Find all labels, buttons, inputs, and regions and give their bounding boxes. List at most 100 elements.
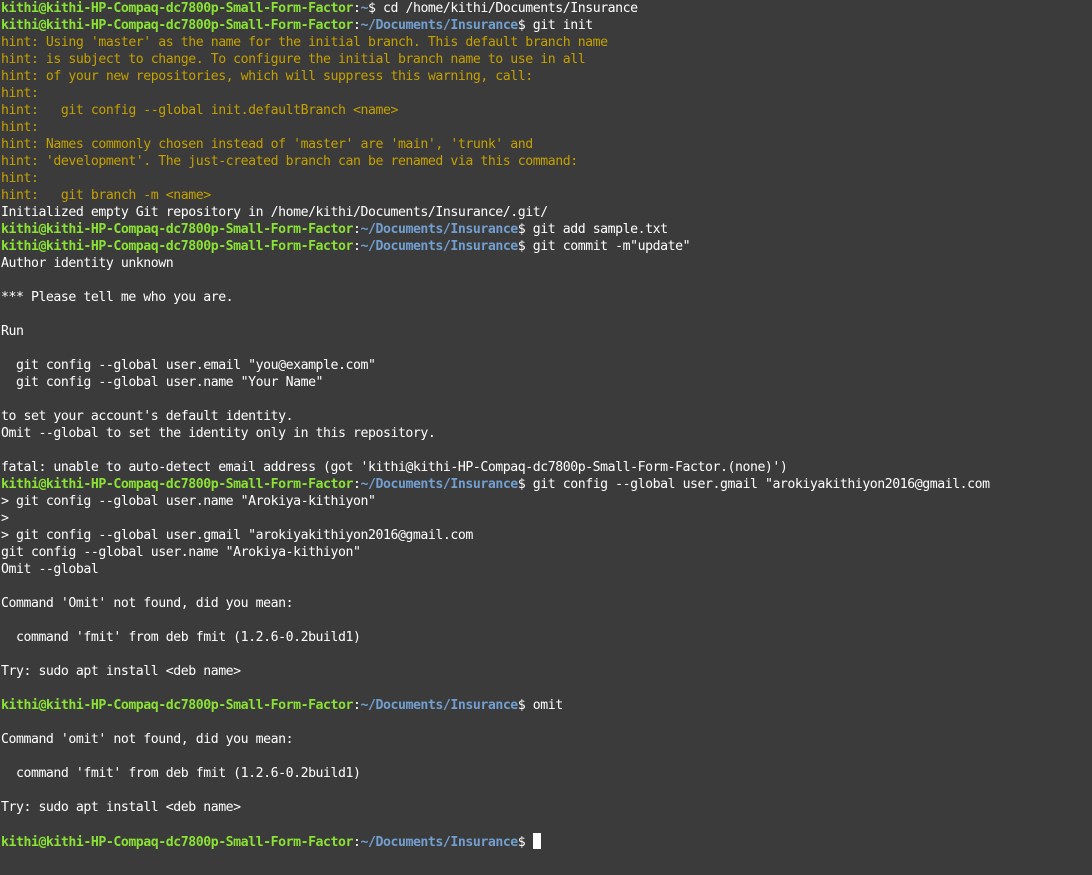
prompt-path: ~/Documents/Insurance <box>360 698 519 713</box>
output-text: Try: sudo apt install <deb name> <box>1 664 241 679</box>
output-text: Omit --global <box>1 562 99 577</box>
command-text: git add sample.txt <box>532 222 668 237</box>
output-line: Omit --global to set the identity only i… <box>1 425 1092 442</box>
hint-text: hint: 'development'. The just-created br… <box>1 154 578 169</box>
output-line: > <box>1 510 1092 527</box>
prompt-path: ~ <box>360 1 369 16</box>
output-line: command 'fmit' from deb fmit (1.2.6-0.2b… <box>1 765 1092 782</box>
prompt-path: ~/Documents/Insurance <box>360 835 519 850</box>
prompt-separator: : <box>353 1 361 16</box>
hint-text: hint: git branch -m <name> <box>1 188 211 203</box>
output-text: Command 'omit' not found, did you mean: <box>1 732 294 747</box>
output-line: Omit --global <box>1 561 1092 578</box>
prompt-dollar: $ <box>517 18 533 33</box>
prompt-separator: : <box>353 477 361 492</box>
prompt-user-host: kithi@kithi-HP-Compaq-dc7800p-Small-Form… <box>1 1 354 16</box>
output-line: Run <box>1 323 1092 340</box>
prompt-path: ~/Documents/Insurance <box>360 477 519 492</box>
command-text: git config --global user.gmail "arokiyak… <box>532 477 990 492</box>
hint-line: hint: 'development'. The just-created br… <box>1 153 1092 170</box>
output-text: Author identity unknown <box>1 256 174 271</box>
hint-text: hint: is subject to change. To configure… <box>1 52 586 67</box>
prompt-user-host: kithi@kithi-HP-Compaq-dc7800p-Small-Form… <box>1 698 354 713</box>
hint-line: hint: Using 'master' as the name for the… <box>1 34 1092 51</box>
output-text: *** Please tell me who you are. <box>1 290 234 305</box>
prompt-user-host: kithi@kithi-HP-Compaq-dc7800p-Small-Form… <box>1 239 354 254</box>
output-line: command 'fmit' from deb fmit (1.2.6-0.2b… <box>1 629 1092 646</box>
output-line: Author identity unknown <box>1 255 1092 272</box>
hint-text: hint: Names commonly chosen instead of '… <box>1 137 533 152</box>
prompt-dollar: $ <box>517 239 533 254</box>
output-text: Initialized empty Git repository in /hom… <box>1 205 548 220</box>
output-line: > git config --global user.name "Arokiya… <box>1 493 1092 510</box>
output-text: git config --global user.name "Arokiya-k… <box>1 545 361 560</box>
hint-line: hint: <box>1 119 1092 136</box>
command-text: cd /home/kithi/Documents/Insurance <box>383 1 638 16</box>
prompt-line: kithi@kithi-HP-Compaq-dc7800p-Small-Form… <box>1 0 1092 17</box>
prompt-user-host: kithi@kithi-HP-Compaq-dc7800p-Small-Form… <box>1 835 354 850</box>
prompt-line: kithi@kithi-HP-Compaq-dc7800p-Small-Form… <box>1 476 1092 493</box>
output-line: Initialized empty Git repository in /hom… <box>1 204 1092 221</box>
hint-line: hint: git branch -m <name> <box>1 187 1092 204</box>
prompt-dollar: $ <box>517 222 533 237</box>
prompt-line: kithi@kithi-HP-Compaq-dc7800p-Small-Form… <box>1 17 1092 34</box>
prompt-user-host: kithi@kithi-HP-Compaq-dc7800p-Small-Form… <box>1 477 354 492</box>
hint-line: hint: <box>1 85 1092 102</box>
output-text: command 'fmit' from deb fmit (1.2.6-0.2b… <box>1 766 361 781</box>
terminal-window[interactable]: kithi@kithi-HP-Compaq-dc7800p-Small-Form… <box>0 0 1092 875</box>
prompt-line: kithi@kithi-HP-Compaq-dc7800p-Small-Form… <box>1 238 1092 255</box>
prompt-user-host: kithi@kithi-HP-Compaq-dc7800p-Small-Form… <box>1 18 354 33</box>
cursor-block[interactable] <box>532 833 541 849</box>
hint-line: hint: is subject to change. To configure… <box>1 51 1092 68</box>
output-line: to set your account's default identity. <box>1 408 1092 425</box>
hint-line: hint: git config --global init.defaultBr… <box>1 102 1092 119</box>
output-text: git config --global user.email "you@exam… <box>1 358 376 373</box>
hint-text: hint: <box>1 120 39 135</box>
output-line: Try: sudo apt install <deb name> <box>1 663 1092 680</box>
output-text: > git config --global user.gmail "arokiy… <box>1 528 473 543</box>
output-text: Omit --global to set the identity only i… <box>1 426 436 441</box>
output-line: Command 'omit' not found, did you mean: <box>1 731 1092 748</box>
output-text: Command 'Omit' not found, did you mean: <box>1 596 294 611</box>
prompt-separator: : <box>353 18 361 33</box>
prompt-dollar: $ <box>517 835 533 850</box>
prompt-separator: : <box>353 698 361 713</box>
hint-line: hint: <box>1 170 1092 187</box>
prompt-line: kithi@kithi-HP-Compaq-dc7800p-Small-Form… <box>1 697 1092 714</box>
hint-text: hint: of your new repositories, which wi… <box>1 69 533 84</box>
output-text: git config --global user.name "Your Name… <box>1 375 324 390</box>
command-text: omit <box>532 698 563 713</box>
hint-text: hint: <box>1 86 39 101</box>
output-text: Run <box>1 324 24 339</box>
output-line: fatal: unable to auto-detect email addre… <box>1 459 1092 476</box>
prompt-path: ~/Documents/Insurance <box>360 18 519 33</box>
output-line: Command 'Omit' not found, did you mean: <box>1 595 1092 612</box>
command-text: git init <box>532 18 593 33</box>
output-text: Try: sudo apt install <deb name> <box>1 800 241 815</box>
command-text: git commit -m"update" <box>532 239 691 254</box>
prompt-path: ~/Documents/Insurance <box>360 222 519 237</box>
hint-line: hint: of your new repositories, which wi… <box>1 68 1092 85</box>
output-text: > git config --global user.name "Arokiya… <box>1 494 376 509</box>
prompt-dollar: $ <box>368 1 383 16</box>
output-text: fatal: unable to auto-detect email addre… <box>1 460 788 475</box>
prompt-user-host: kithi@kithi-HP-Compaq-dc7800p-Small-Form… <box>1 222 354 237</box>
prompt-separator: : <box>353 239 361 254</box>
hint-text: hint: Using 'master' as the name for the… <box>1 35 608 50</box>
hint-text: hint: git config --global init.defaultBr… <box>1 103 398 118</box>
prompt-line: kithi@kithi-HP-Compaq-dc7800p-Small-Form… <box>1 221 1092 238</box>
output-line: git config --global user.name "Your Name… <box>1 374 1092 391</box>
output-line: *** Please tell me who you are. <box>1 289 1092 306</box>
